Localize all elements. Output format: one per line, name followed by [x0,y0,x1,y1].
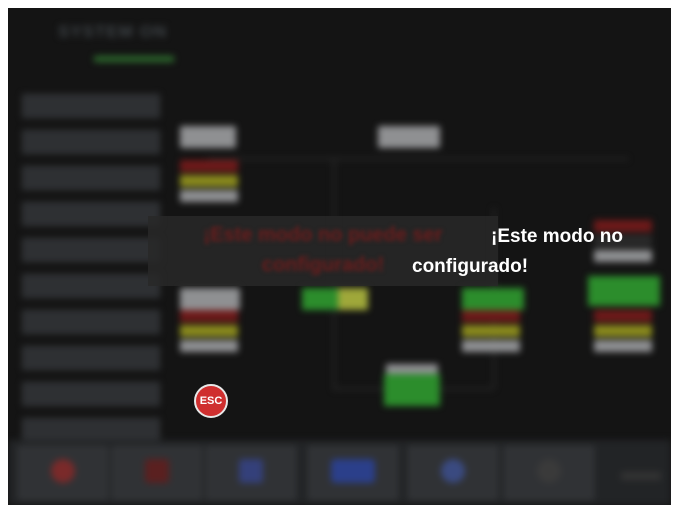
taskbar-item[interactable] [112,446,202,500]
machine-icon [239,459,263,483]
pump-block [462,288,524,310]
sidebar-button[interactable] [22,238,160,262]
red-device-icon [145,459,169,483]
hmi-screen: SYSTEM ON ¡Este modo no puede ser config… [8,8,671,505]
sidebar-button[interactable] [22,94,160,118]
taskbar-item[interactable] [504,446,594,500]
dialog-message-line2: configurado! [412,256,529,277]
pump-top [386,364,438,374]
taskbar-item[interactable] [18,446,108,500]
tool-icon [537,459,561,483]
sidebar-button[interactable] [22,130,160,154]
system-status-bar [94,56,174,62]
sidebar-button[interactable] [22,274,160,298]
taskbar [8,440,671,505]
esc-button[interactable]: ESC [194,384,228,418]
status-stack [462,310,520,355]
system-title: SYSTEM ON [58,22,168,41]
diagram-wire [428,158,628,160]
sidebar-button[interactable] [22,202,160,226]
dialog-message-line1: ¡Este modo no [491,226,623,247]
taskbar-item[interactable] [408,446,498,500]
sidebar-button[interactable] [22,346,160,370]
taskbar-item[interactable] [206,446,296,500]
diagram-wire [333,308,335,388]
status-stack [594,310,652,355]
pump-block [588,276,660,306]
node-label [378,126,440,148]
pump-block [384,374,440,406]
sidebar-button[interactable] [22,166,160,190]
sidebar-button[interactable] [22,382,160,406]
taskbar-item[interactable] [308,446,398,500]
clock-readout [621,472,661,480]
gauge-icon [441,459,465,483]
status-stack [180,310,238,355]
dialog-ghost-line1: ¡Este modo no puede ser [203,224,443,246]
home-icon [51,459,75,483]
water-icon [331,459,375,483]
node-label [180,126,236,148]
status-stack [180,160,238,205]
sidebar-button[interactable] [22,418,160,442]
node-label [180,288,240,310]
pump-block [338,288,368,310]
diagram-wire [208,158,428,160]
sidebar-button[interactable] [22,310,160,334]
